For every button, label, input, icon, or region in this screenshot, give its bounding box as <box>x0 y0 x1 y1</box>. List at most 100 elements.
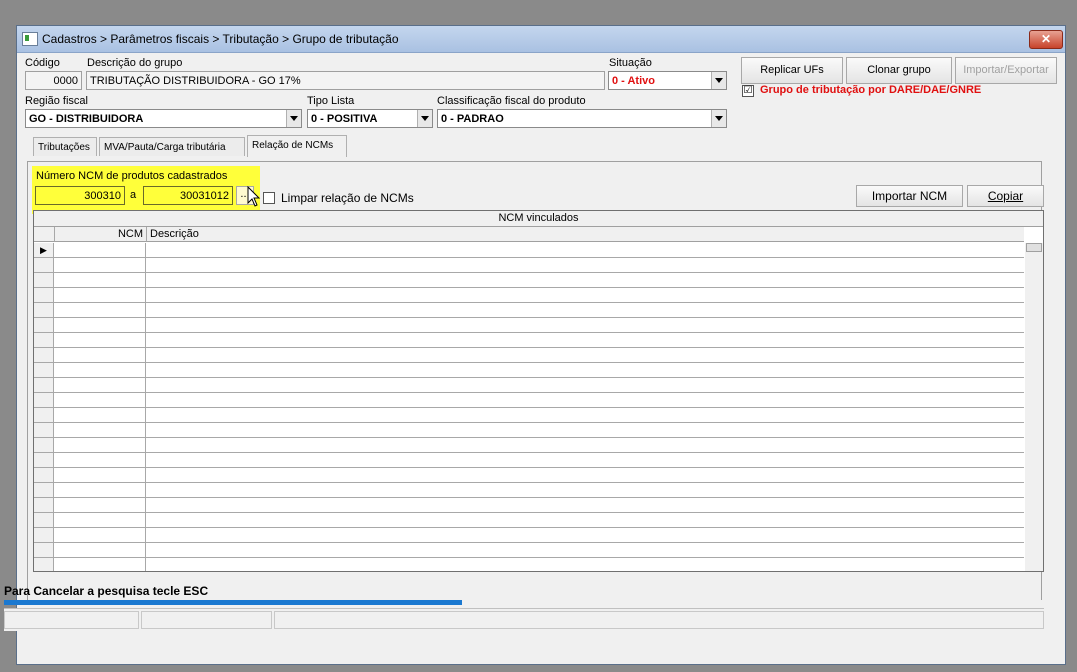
importar-ncm-button[interactable]: Importar NCM <box>856 185 963 207</box>
row-ncm-cell[interactable] <box>54 453 146 467</box>
table-row[interactable] <box>34 498 1024 513</box>
chevron-down-icon[interactable] <box>417 110 432 127</box>
ncm-from-input[interactable]: 300310 <box>35 186 125 205</box>
situacao-select[interactable]: 0 - Ativo <box>608 71 727 90</box>
row-ncm-cell[interactable] <box>54 528 146 542</box>
classificacao-label: Classificação fiscal do produto <box>437 95 586 107</box>
grid-caption: NCM vinculados <box>34 211 1043 227</box>
tab-mva-pauta[interactable]: MVA/Pauta/Carga tributária <box>99 137 245 156</box>
row-ncm-cell[interactable] <box>54 333 146 347</box>
chevron-down-icon[interactable] <box>711 72 726 89</box>
grid-indicator-header <box>34 227 55 242</box>
codigo-field[interactable]: 0000 <box>25 71 82 90</box>
row-ncm-cell[interactable] <box>54 393 146 407</box>
row-ncm-cell[interactable] <box>54 468 146 482</box>
regiao-select[interactable]: GO - DISTRIBUIDORA <box>25 109 302 128</box>
descricao-field[interactable]: TRIBUTAÇÃO DISTRIBUIDORA - GO 17% <box>86 71 605 90</box>
title-bar: Cadastros > Parâmetros fiscais > Tributa… <box>17 26 1065 53</box>
table-row[interactable] <box>34 438 1024 453</box>
row-ncm-cell[interactable] <box>54 543 146 557</box>
descricao-label: Descrição do grupo <box>87 57 183 69</box>
row-ncm-cell[interactable] <box>54 288 146 302</box>
importar-exportar-button[interactable]: Importar/Exportar <box>955 57 1057 84</box>
table-row[interactable] <box>34 408 1024 423</box>
table-row[interactable] <box>34 273 1024 288</box>
regiao-label: Região fiscal <box>25 95 88 107</box>
table-row[interactable] <box>34 528 1024 543</box>
ncm-to-input[interactable]: 30031012 <box>143 186 233 205</box>
close-button[interactable]: ✕ <box>1029 30 1063 49</box>
tab-relacao-ncms[interactable]: Relação de NCMs <box>247 135 347 157</box>
row-indicator <box>34 543 54 557</box>
table-row[interactable] <box>34 378 1024 393</box>
row-indicator <box>34 438 54 452</box>
row-ncm-cell[interactable] <box>54 258 146 272</box>
row-indicator <box>34 513 54 527</box>
table-row[interactable] <box>34 513 1024 528</box>
table-row[interactable] <box>34 333 1024 348</box>
table-row[interactable] <box>34 543 1024 558</box>
limpar-ncms-checkbox[interactable] <box>263 192 275 204</box>
row-ncm-cell[interactable] <box>54 438 146 452</box>
tab-tributacoes[interactable]: Tributações <box>33 137 97 156</box>
app-icon <box>22 32 38 46</box>
tipo-lista-select[interactable]: 0 - POSITIVA <box>307 109 433 128</box>
row-ncm-cell[interactable] <box>54 378 146 392</box>
table-row[interactable] <box>34 348 1024 363</box>
row-indicator <box>34 483 54 497</box>
row-indicator <box>34 348 54 362</box>
status-bar-panel-3 <box>274 611 1044 629</box>
table-row[interactable] <box>34 393 1024 408</box>
row-ncm-cell[interactable] <box>54 318 146 332</box>
table-row[interactable]: ▶ <box>34 243 1024 258</box>
table-row[interactable] <box>34 288 1024 303</box>
row-ncm-cell[interactable] <box>54 348 146 362</box>
row-ncm-cell[interactable] <box>54 498 146 512</box>
row-ncm-cell[interactable] <box>54 273 146 287</box>
row-indicator <box>34 333 54 347</box>
row-indicator: ▶ <box>34 243 54 257</box>
row-indicator <box>34 303 54 317</box>
row-ncm-cell[interactable] <box>54 558 146 571</box>
row-ncm-cell[interactable] <box>54 423 146 437</box>
table-row[interactable] <box>34 318 1024 333</box>
chevron-down-icon[interactable] <box>286 110 301 127</box>
replicar-ufs-button[interactable]: Replicar UFs <box>741 57 843 84</box>
table-row[interactable] <box>34 483 1024 498</box>
table-row[interactable] <box>34 363 1024 378</box>
copiar-button[interactable]: Copiar <box>967 185 1044 207</box>
dare-checkbox[interactable]: ☑ <box>742 85 754 97</box>
clonar-grupo-button[interactable]: Clonar grupo <box>846 57 952 84</box>
row-indicator <box>34 468 54 482</box>
table-row[interactable] <box>34 303 1024 318</box>
row-ncm-cell[interactable] <box>54 483 146 497</box>
dare-checkbox-label: Grupo de tributação por DARE/DAE/GNRE <box>760 84 982 96</box>
grid-scrollbar[interactable] <box>1025 243 1043 571</box>
row-ncm-cell[interactable] <box>54 243 146 257</box>
row-indicator <box>34 378 54 392</box>
classificacao-select[interactable]: 0 - PADRAO <box>437 109 727 128</box>
status-message: Para Cancelar a pesquisa tecle ESC <box>4 584 209 598</box>
situacao-value: 0 - Ativo <box>612 75 655 87</box>
table-row[interactable] <box>34 423 1024 438</box>
row-ncm-cell[interactable] <box>54 303 146 317</box>
row-indicator <box>34 273 54 287</box>
row-ncm-cell[interactable] <box>54 408 146 422</box>
grid-header-ncm[interactable]: NCM <box>55 227 147 242</box>
row-indicator <box>34 318 54 332</box>
table-row[interactable] <box>34 453 1024 468</box>
grid-header-descricao[interactable]: Descrição <box>147 227 1024 242</box>
table-row[interactable] <box>34 468 1024 483</box>
row-ncm-cell[interactable] <box>54 363 146 377</box>
table-row[interactable] <box>34 258 1024 273</box>
codigo-label: Código <box>25 57 60 69</box>
classificacao-value: 0 - PADRAO <box>441 113 504 125</box>
row-indicator <box>34 528 54 542</box>
chevron-down-icon[interactable] <box>711 110 726 127</box>
grid-scroll-thumb[interactable] <box>1026 243 1042 252</box>
ncm-range-separator: a <box>130 189 137 201</box>
table-row[interactable] <box>34 558 1024 571</box>
row-ncm-cell[interactable] <box>54 513 146 527</box>
row-indicator <box>34 408 54 422</box>
row-indicator <box>34 258 54 272</box>
